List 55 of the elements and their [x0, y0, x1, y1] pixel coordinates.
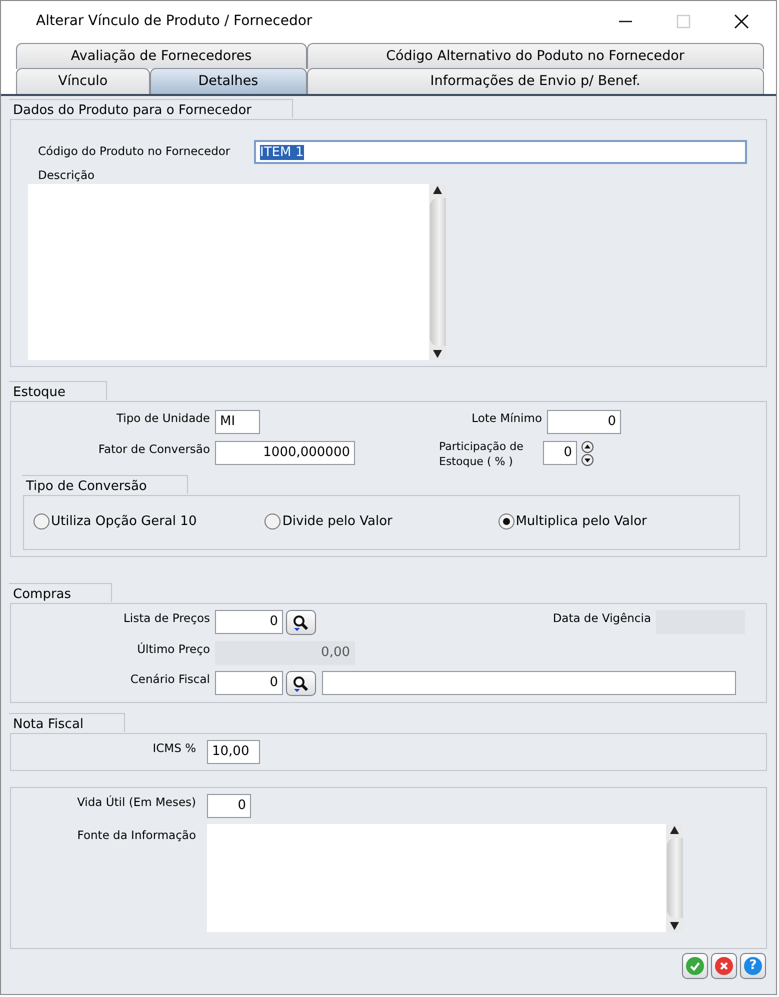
tab[interactable]: Informações de Envio p/ Benef. — [306, 68, 764, 94]
spin-down-button[interactable] — [581, 454, 594, 466]
radio-option[interactable]: Utiliza Opção Geral 10 — [33, 512, 264, 532]
close-icon — [715, 957, 733, 975]
radio-option[interactable]: Divide pelo Valor — [264, 512, 498, 532]
field-label: Fonte da Informação — [76, 827, 197, 844]
scrollbar[interactable] — [429, 184, 446, 360]
search-icon — [292, 614, 310, 632]
up-arrow-icon — [670, 826, 679, 834]
input-field[interactable]: 0 — [207, 794, 251, 818]
group-title: Tipo de Conversão — [22, 475, 188, 494]
down-arrow-icon — [433, 350, 442, 358]
field-label: ICMS % — [152, 740, 197, 757]
field-label: Data de Vigência — [552, 610, 652, 627]
spin-up-button[interactable] — [581, 441, 594, 453]
field-label: Código do Produto no Fornecedor — [38, 143, 232, 160]
tab[interactable]: Avaliação de Fornecedores — [16, 43, 307, 69]
field-label: Descrição — [38, 168, 96, 182]
input-field[interactable]: MI — [215, 410, 260, 434]
group-title: Estoque — [9, 381, 107, 400]
input-field[interactable]: 10,00 — [207, 740, 260, 764]
search-button[interactable] — [286, 610, 316, 635]
scrollbar[interactable] — [666, 824, 683, 932]
field-label: Participação de Estoque ( % ) — [439, 439, 524, 469]
field-label: Fator de Conversão — [97, 441, 211, 458]
field-label: Último Preço — [136, 641, 211, 658]
input-field[interactable]: 0 — [215, 610, 283, 634]
up-arrow-icon — [433, 186, 442, 194]
tab[interactable]: Vínculo — [16, 68, 150, 94]
window-title: Alterar Vínculo de Produto / Fornecedor — [36, 12, 314, 30]
ok-button[interactable] — [682, 953, 708, 979]
tab[interactable]: Código Alternativo do Poduto no Fornecedor — [306, 43, 764, 69]
tab[interactable]: Detalhes — [150, 68, 307, 94]
field-label: Lista de Preços — [122, 610, 211, 627]
input-field[interactable]: 0 — [215, 671, 283, 695]
field-label: Lote Mínimo — [470, 410, 543, 427]
cancel-button[interactable] — [711, 953, 737, 979]
help-button[interactable]: ? — [740, 953, 766, 979]
search-icon — [292, 674, 310, 692]
input-field[interactable]: ITEM 1 — [254, 140, 747, 164]
down-arrow-icon — [670, 922, 679, 930]
field-label: Tipo de Unidade — [115, 410, 211, 427]
input-field[interactable]: 1000,000000 — [215, 441, 355, 465]
radio-option[interactable]: Multiplica pelo Valor — [498, 512, 731, 532]
group-title: Compras — [9, 583, 112, 602]
field-label: Vida Útil (Em Meses) — [76, 794, 197, 811]
group-title: Dados do Produto para o Fornecedor — [9, 99, 292, 118]
input-field: 0,00 — [215, 641, 355, 665]
field-label: Cenário Fiscal — [129, 671, 211, 688]
check-icon — [686, 957, 704, 975]
input-field[interactable]: 0 — [547, 410, 621, 434]
group-title: Nota Fiscal — [9, 713, 125, 732]
input-field[interactable] — [322, 671, 736, 695]
input-field[interactable]: 0 — [543, 441, 577, 465]
search-button[interactable] — [286, 671, 316, 696]
